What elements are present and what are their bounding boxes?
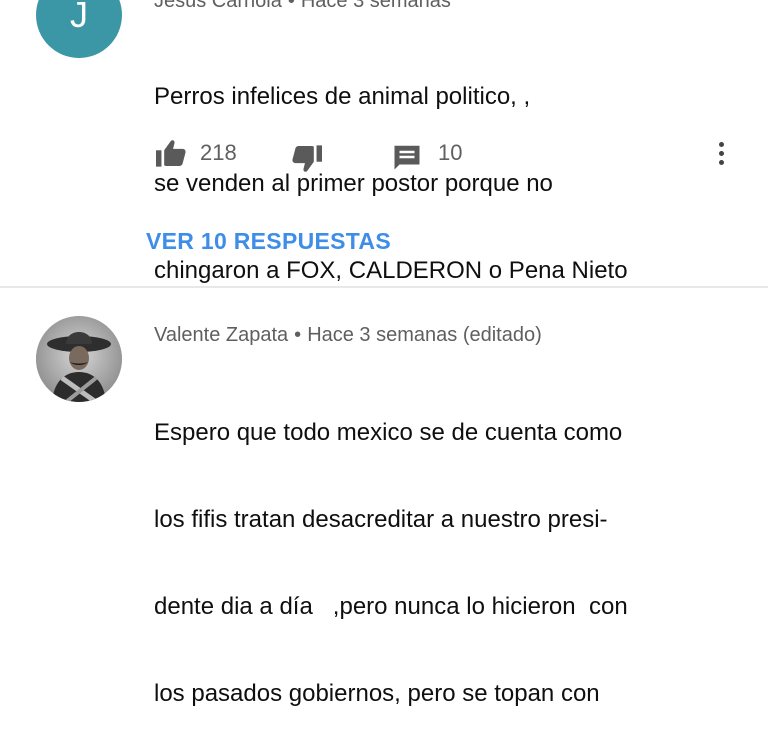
comment-line: chingaron a FOX, CALDERON o Pena Nieto [154,257,628,284]
meta-separator: • [294,324,302,346]
comment-line: se venden al primer postor porque no [154,170,553,197]
comment-line: dente dia a día ,pero nunca lo hicieron … [154,593,628,620]
avatar-letter: J [70,0,88,35]
like-count: 218 [200,140,237,165]
dislike-button[interactable] [290,144,324,174]
reply-button[interactable] [392,142,422,172]
thumb-up-icon [156,140,186,167]
comment-body: Espero que todo mexico se de cuenta como… [154,360,628,737]
comment-line: Espero que todo mexico se de cuenta como [154,419,623,446]
reply-comment-icon [394,145,420,170]
comment-divider [0,286,768,288]
avatar[interactable]: J [36,0,122,58]
comment-meta: Jesus Carriola • Hace 3 semanas [154,0,451,13]
comment-meta: Valente Zapata • Hace 3 semanas (editado) [154,324,542,347]
comment-body: Perros infelices de animal politico, , s… [154,24,628,314]
comment-line: Perros infelices de animal politico, , [154,83,531,110]
more-vertical-icon [719,142,725,165]
comment-line: los fifis tratan desacreditar a nuestro … [154,506,608,533]
meta-separator: • [287,0,295,12]
more-options-button[interactable] [719,142,725,169]
comment-time: Hace 3 semanas (editado) [307,324,542,346]
author-name[interactable]: Jesus Carriola [154,0,282,12]
comment-line: los pasados gobiernos, pero se topan con [154,680,600,707]
like-button[interactable] [154,138,188,168]
view-replies-link[interactable]: VER 10 RESPUESTAS [146,228,391,255]
comment-time: Hace 3 semanas [300,0,451,12]
author-name[interactable]: Valente Zapata [154,324,288,346]
avatar[interactable] [36,316,122,402]
reply-count: 10 [438,140,463,165]
avatar-photo [36,316,122,402]
thumb-down-icon [292,145,322,172]
